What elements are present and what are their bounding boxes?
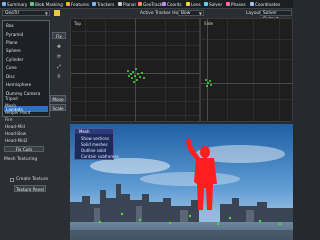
fix-button[interactable]: Fix <box>52 32 66 39</box>
tracker-point[interactable] <box>207 82 209 84</box>
primitive-select[interactable]: GeoTrl ▼ <box>2 10 50 16</box>
chevron-down-icon: ▼ <box>198 11 202 16</box>
mesh-context-menu[interactable]: Mesh Show vertices Solid meshes Outline … <box>74 128 119 160</box>
context-menu-item[interactable]: Outline solid <box>81 148 106 153</box>
coords-icon <box>162 2 166 6</box>
grid-line <box>253 19 254 121</box>
list-item[interactable]: Head-Mid2 <box>5 138 28 143</box>
tab-coords[interactable]: Coords <box>162 1 182 7</box>
dropdown-item[interactable]: Cylinder <box>6 57 23 62</box>
tracker-point[interactable] <box>132 71 134 73</box>
grid-line <box>279 19 280 121</box>
phases-icon <box>226 2 230 6</box>
tracker-point[interactable] <box>206 85 208 87</box>
scale-button[interactable]: Scale <box>50 104 66 111</box>
tracker-point[interactable] <box>134 75 136 77</box>
tracker-point[interactable] <box>143 77 145 79</box>
tab-features[interactable]: Features <box>66 1 89 7</box>
grid-line <box>185 19 186 121</box>
context-menu-item[interactable]: Show vertices <box>81 136 109 141</box>
tracker-point[interactable] <box>136 79 138 81</box>
dropdown-item[interactable]: Pyramid <box>6 32 23 37</box>
chevron-down-icon: ▼ <box>44 11 48 16</box>
texture-panel-button[interactable]: Texture Panel <box>14 185 46 192</box>
coordinates-icon <box>250 2 254 6</box>
create-texture-checkbox[interactable] <box>10 178 14 182</box>
tracker-point[interactable] <box>135 68 137 70</box>
trackers-icon <box>92 2 96 6</box>
viewport-side[interactable]: Side <box>200 18 293 122</box>
axis-line <box>201 83 292 84</box>
list-item[interactable]: Helper Point <box>5 110 31 115</box>
tracker-point[interactable] <box>127 70 129 72</box>
list-item[interactable]: Head-Bow <box>5 131 26 136</box>
tracker-point[interactable] <box>205 79 207 81</box>
dropdown-item[interactable]: Plane <box>6 40 18 45</box>
layout-select[interactable]: Solver Output <box>260 10 292 22</box>
axis-line <box>135 19 136 121</box>
scale-icon[interactable]: ⤢ <box>56 64 62 70</box>
tab-blob-masking[interactable]: Blob Masking <box>30 1 63 7</box>
geotrack-icon <box>138 2 142 6</box>
lens-icon <box>186 2 190 6</box>
tracker-point[interactable] <box>210 84 212 86</box>
dropdown-item[interactable]: Box <box>6 23 14 28</box>
blob-icon <box>30 2 34 6</box>
list-item[interactable]: Fire <box>5 117 12 122</box>
tab-summary[interactable]: Summary <box>2 1 27 7</box>
tracker-point[interactable] <box>139 76 141 78</box>
tracker-point[interactable] <box>141 72 143 74</box>
active-tracker-host-select[interactable]: Bow ▼ <box>178 10 204 16</box>
grid-line <box>85 19 86 121</box>
viewport-label: Top <box>74 21 82 26</box>
features-icon <box>66 2 70 6</box>
list-item[interactable]: Mesh <box>5 103 16 108</box>
tracker-point[interactable] <box>131 77 133 79</box>
dropdown-item[interactable]: Disc <box>6 74 15 79</box>
axis-line <box>207 19 208 121</box>
rotate-icon[interactable]: ⟳ <box>56 54 62 60</box>
solver-icon <box>204 2 208 6</box>
tab-planar[interactable]: Planar <box>118 1 136 7</box>
move-icon[interactable]: ✥ <box>56 44 62 50</box>
tracker-point[interactable] <box>209 80 211 82</box>
secondary-toolbar: GeoTrl ▼ Active Tracker Host: Bow ▼ Layout… <box>0 9 293 22</box>
mesh-texturing-label: Mesh Texturing <box>4 157 38 162</box>
summary-icon <box>2 2 6 6</box>
fix-cuts-button[interactable]: Fix Cuts <box>4 146 44 152</box>
link-icon[interactable]: ⚲ <box>56 74 62 80</box>
tab-trackers[interactable]: Trackers <box>92 1 114 7</box>
context-menu-item[interactable]: Solid meshes <box>81 142 108 147</box>
tab-phases[interactable]: Phases <box>226 1 246 7</box>
list-item[interactable]: Head-Mid <box>5 124 25 129</box>
dropdown-item[interactable]: Hemisphere <box>6 82 31 87</box>
planar-icon <box>118 2 122 6</box>
tracker-point[interactable] <box>130 73 132 75</box>
tracker-point[interactable] <box>137 73 139 75</box>
top-toolbar: Summary Blob Masking Features Trackers P… <box>0 0 293 9</box>
tracker-point[interactable] <box>133 81 135 83</box>
context-menu-item[interactable]: Contain subframes <box>81 154 119 159</box>
tab-solver[interactable]: Solver <box>204 1 222 7</box>
tab-lens[interactable]: Lens <box>186 1 201 7</box>
grid-line <box>105 19 106 121</box>
viewport-top[interactable]: Top <box>70 18 200 122</box>
dropdown-item[interactable]: Sphere <box>6 48 21 53</box>
dropdown-item[interactable]: Cone <box>6 65 17 70</box>
viewport-label: Side <box>204 21 214 26</box>
tab-coordinates[interactable]: Coordinates <box>250 1 280 7</box>
move-button[interactable]: Move <box>50 95 66 102</box>
create-texture-label: Create Texture <box>16 177 49 182</box>
context-menu-header: Mesh <box>75 129 113 134</box>
tracker-point[interactable] <box>128 75 130 77</box>
grid-line <box>227 19 228 121</box>
list-item[interactable]: Tripod <box>5 96 18 101</box>
tab-geotrack[interactable]: GeoTrack <box>138 1 162 7</box>
grid-line <box>165 19 166 121</box>
color-swatch[interactable] <box>54 10 60 16</box>
